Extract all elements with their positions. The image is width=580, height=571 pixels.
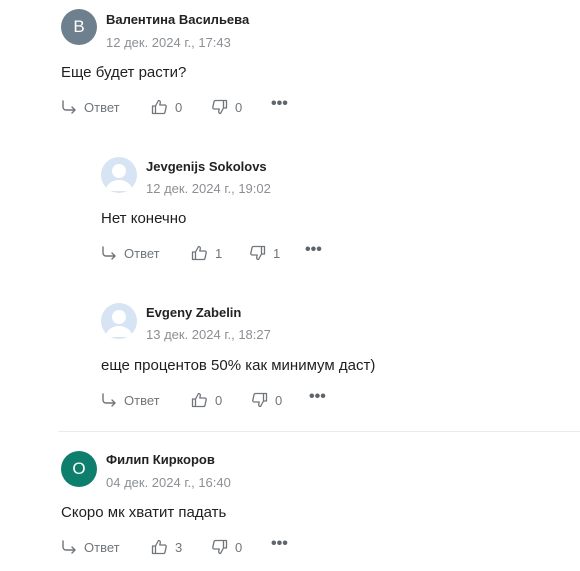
reply-button[interactable]: Ответ — [101, 392, 191, 408]
comment-author[interactable]: Валентина Васильева — [106, 12, 249, 27]
thumbs-down-icon — [250, 245, 266, 261]
reply-arrow-icon — [102, 246, 116, 260]
dislike-button[interactable]: 0 — [251, 392, 309, 408]
comment-author[interactable]: Филип Киркоров — [106, 452, 215, 467]
dislike-count: 0 — [235, 539, 243, 555]
comment-actions: Ответ 3 0 ••• — [61, 536, 288, 557]
reply-label: Ответ — [84, 99, 120, 115]
comment-actions: Ответ 0 0 ••• — [101, 389, 326, 410]
like-count: 3 — [175, 539, 183, 555]
comment-date: 12 дек. 2024 г., 17:43 — [106, 35, 231, 50]
comment-text: еще процентов 50% как минимум даст) — [101, 357, 376, 374]
comment-date: 12 дек. 2024 г., 19:02 — [146, 181, 271, 196]
comment-author[interactable]: Jevgenijs Sokolovs — [146, 159, 267, 174]
divider — [58, 431, 580, 432]
reply-button[interactable]: Ответ — [61, 99, 151, 115]
avatar[interactable] — [101, 303, 137, 339]
reply-button[interactable]: Ответ — [61, 539, 151, 555]
comment-text: Нет конечно — [101, 210, 187, 227]
thumbs-up-icon — [191, 245, 207, 261]
comment-author[interactable]: Evgeny Zabelin — [146, 305, 241, 320]
thumbs-down-icon — [252, 392, 268, 408]
thumbs-up-icon — [191, 392, 207, 408]
more-dots-icon[interactable]: ••• — [271, 96, 288, 115]
dislike-count: 0 — [275, 392, 283, 408]
avatar[interactable] — [101, 157, 137, 193]
more-dots-icon[interactable]: ••• — [271, 536, 288, 555]
reply-label: Ответ — [124, 392, 160, 408]
reply-button[interactable]: Ответ — [101, 245, 191, 261]
comment-date: 04 дек. 2024 г., 16:40 — [106, 475, 231, 490]
comment-date: 13 дек. 2024 г., 18:27 — [146, 327, 271, 342]
avatar[interactable]: О — [61, 451, 97, 487]
dislike-button[interactable]: 0 — [211, 99, 271, 115]
like-count: 0 — [175, 99, 183, 115]
more-dots-icon[interactable]: ••• — [309, 389, 326, 408]
reply-label: Ответ — [84, 539, 120, 555]
thumbs-up-icon — [151, 99, 167, 115]
user-silhouette-icon — [105, 164, 133, 191]
like-button[interactable]: 3 — [151, 539, 211, 555]
avatar[interactable]: B — [61, 9, 97, 45]
more-dots-icon[interactable]: ••• — [305, 242, 322, 261]
comment-text: Еще будет расти? — [61, 64, 187, 81]
user-silhouette-icon — [105, 310, 133, 337]
dislike-button[interactable]: 1 — [249, 245, 305, 261]
reply-arrow-icon — [102, 393, 116, 407]
comment-actions: Ответ 0 0 ••• — [61, 96, 288, 117]
thumbs-down-icon — [212, 99, 228, 115]
like-count: 1 — [215, 245, 223, 261]
dislike-count: 0 — [235, 99, 243, 115]
like-count: 0 — [215, 392, 223, 408]
like-button[interactable]: 1 — [191, 245, 249, 261]
thumbs-down-icon — [212, 539, 228, 555]
dislike-count: 1 — [273, 245, 281, 261]
reply-arrow-icon — [62, 100, 76, 114]
comment-actions: Ответ 1 1 ••• — [101, 242, 322, 263]
thumbs-up-icon — [151, 539, 167, 555]
like-button[interactable]: 0 — [151, 99, 211, 115]
reply-arrow-icon — [62, 540, 76, 554]
comment-text: Скоро мк хватит падать — [61, 504, 227, 521]
like-button[interactable]: 0 — [191, 392, 251, 408]
dislike-button[interactable]: 0 — [211, 539, 271, 555]
reply-label: Ответ — [124, 245, 160, 261]
